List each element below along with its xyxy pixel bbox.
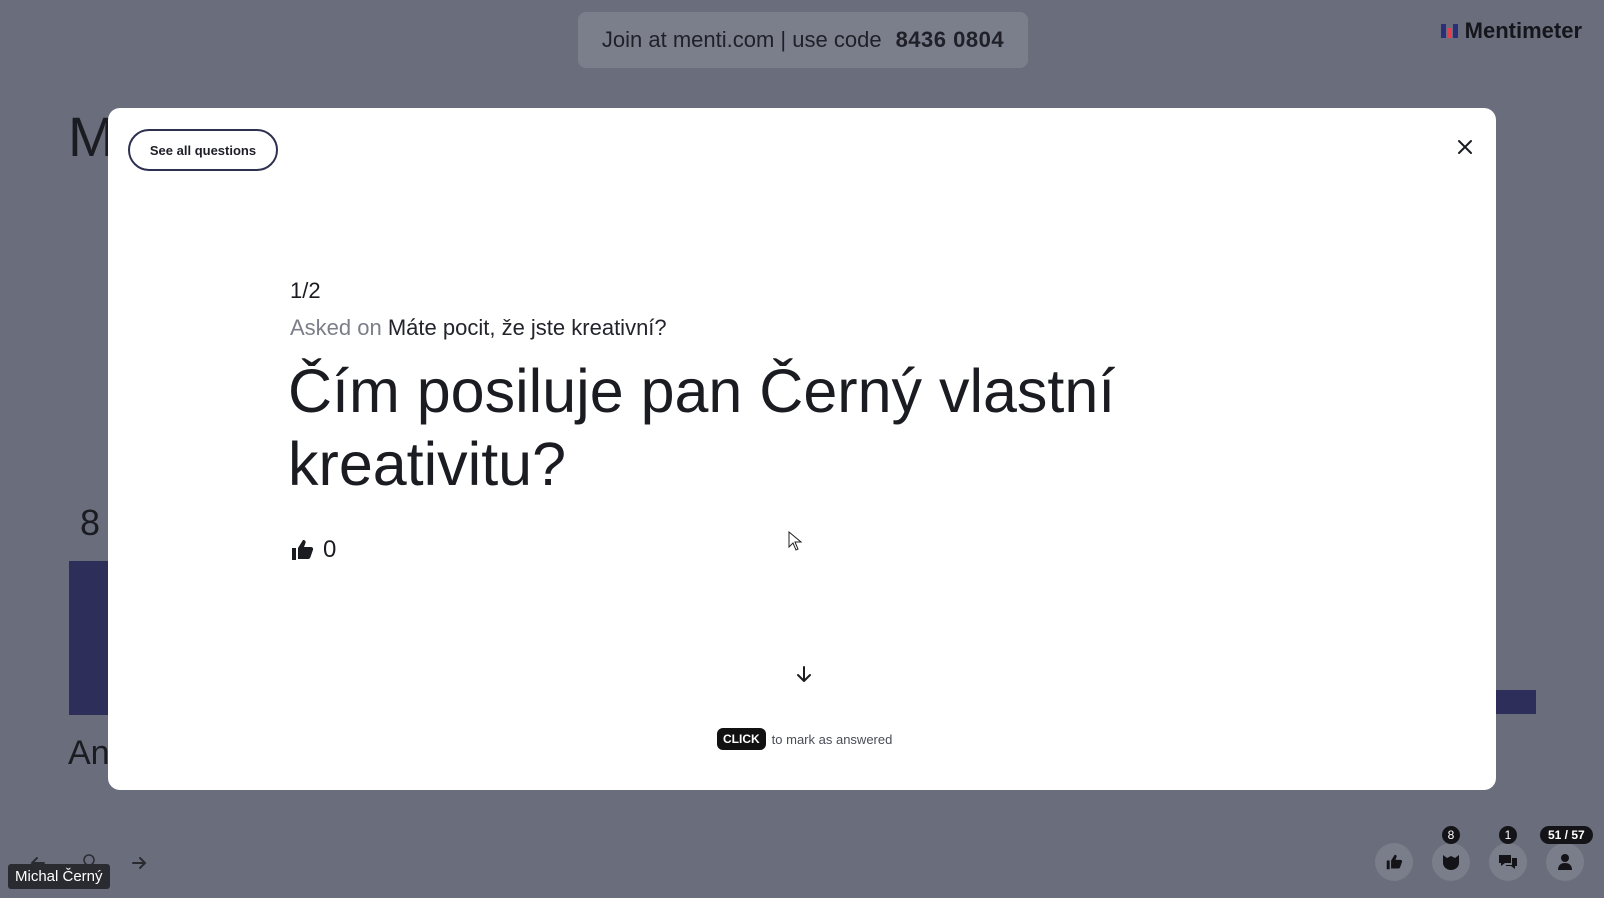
asked-on-prefix: Asked on (290, 315, 382, 340)
question-text: Čím posiluje pan Černý vlastní kreativit… (288, 357, 1116, 498)
mentimeter-logo-icon (1440, 24, 1458, 38)
like-count: 0 (323, 536, 337, 563)
arrow-right-icon (132, 857, 147, 869)
question-modal: See all questions 1/2 Asked on Máte poci… (108, 108, 1496, 790)
like-button[interactable]: 0 (290, 536, 336, 564)
asked-on-question: Máte pocit, že jste kreativní? (387, 315, 667, 340)
thumbs-up-icon (292, 540, 314, 560)
background-bar-right (1496, 690, 1536, 714)
mark-answered-hint: CLICK to mark as answered (717, 728, 892, 750)
participants-count-badge: 51 / 57 (1540, 826, 1593, 844)
participants-button[interactable] (1546, 843, 1584, 881)
background-slide-answer-label: An (68, 734, 110, 772)
mentimeter-brand: Mentimeter (1440, 18, 1582, 44)
chat-bubbles-icon (1499, 855, 1517, 869)
qa-button[interactable] (1489, 843, 1527, 881)
reactions-button[interactable] (1432, 843, 1470, 881)
person-icon (1558, 854, 1572, 870)
join-banner: Join at menti.com | use code 8436 0804 (578, 12, 1028, 68)
join-text: Join at menti.com | use code (601, 27, 882, 52)
click-badge: CLICK (717, 728, 766, 750)
heart-reactions-icon (1443, 855, 1459, 870)
background-slide-count: 8 (80, 502, 101, 543)
close-icon (1458, 140, 1472, 154)
scroll-down-button[interactable] (792, 662, 816, 686)
thumbs-up-icon (1386, 854, 1403, 870)
see-all-questions-button[interactable]: See all questions (128, 129, 278, 171)
brand-name: Mentimeter (1464, 18, 1582, 43)
question-counter: 1/2 (290, 278, 321, 303)
arrow-down-icon (797, 666, 811, 682)
background-bar-left (69, 561, 109, 715)
mouse-cursor-icon (788, 531, 802, 551)
reactions-count-badge: 8 (1442, 826, 1460, 844)
qa-count-badge: 1 (1499, 826, 1517, 844)
asked-on-line: Asked on Máte pocit, že jste kreativní? (290, 315, 667, 341)
close-button[interactable] (1450, 132, 1480, 162)
presenter-name: Michal Černý (8, 864, 110, 889)
reactions-toggle-button[interactable] (1375, 843, 1413, 881)
mark-answered-text: to mark as answered (771, 731, 893, 747)
join-code: 8436 0804 (895, 27, 1005, 52)
next-slide-button[interactable] (121, 845, 157, 881)
